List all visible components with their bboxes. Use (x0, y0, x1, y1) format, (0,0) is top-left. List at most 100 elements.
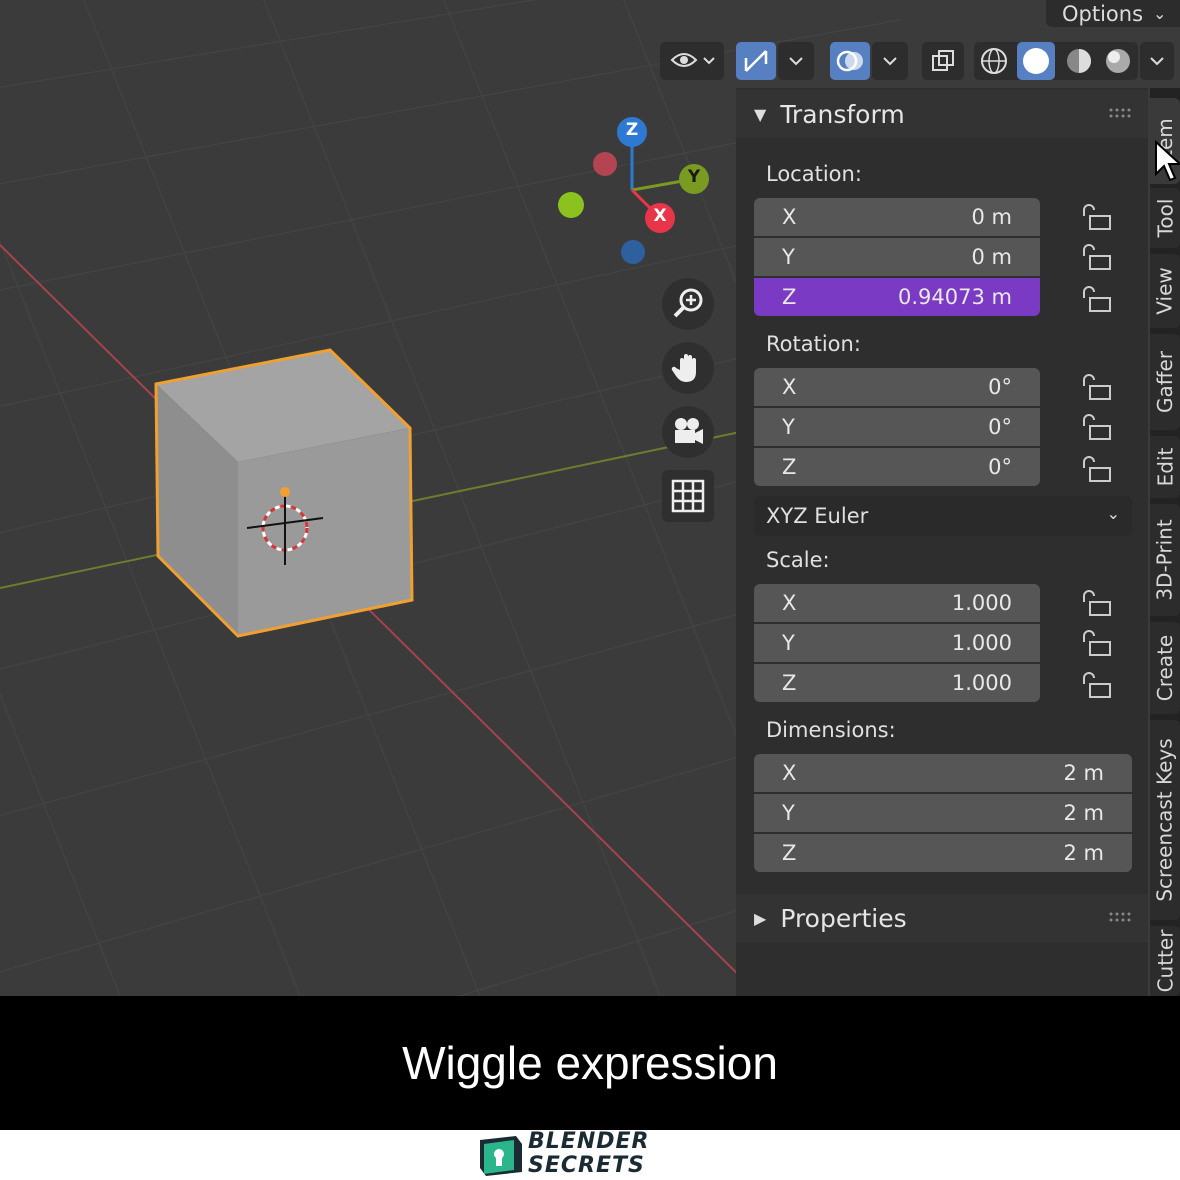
lock-icon[interactable] (1080, 670, 1114, 700)
3d-viewport[interactable]: Z Y X Options ⌄ ▼ Transform Location: X … (0, 0, 1180, 996)
wireframe-shading-icon[interactable] (978, 45, 1010, 77)
perspective-toggle-button[interactable] (662, 470, 714, 522)
axis-label: Y (782, 631, 795, 655)
lock-icon[interactable] (1080, 202, 1114, 232)
rendered-shading-icon[interactable] (1102, 45, 1134, 77)
tab-label: 3D-Print (1153, 519, 1178, 601)
field-value: 2 m (1063, 801, 1105, 825)
chevron-down-icon: ⌄ (1153, 4, 1167, 23)
material-shading-icon[interactable] (1063, 45, 1095, 77)
field-value: 0° (988, 455, 1012, 479)
axis-label: X (782, 591, 797, 615)
overlays-icon (836, 50, 863, 72)
axis-label: Z (782, 455, 797, 479)
sidebar-tabs: Item Tool View Gaffer Edit 3D-Print Crea… (1150, 88, 1180, 996)
lock-icon[interactable] (1080, 372, 1114, 402)
field-value: 0° (988, 415, 1012, 439)
logo-line-1: BLENDER (528, 1129, 650, 1154)
location-y-field[interactable]: Y 0 m (754, 238, 1040, 276)
blender-secrets-logo-text: BLENDER SECRETS (528, 1130, 649, 1178)
caption-bar: Wiggle expression (0, 996, 1180, 1130)
tab-view[interactable]: View (1150, 254, 1180, 328)
properties-panel-header[interactable]: ▶ Properties (736, 894, 1148, 942)
chevron-down-icon (1150, 57, 1164, 66)
dimensions-x-field[interactable]: X 2 m (754, 754, 1132, 792)
lock-icon[interactable] (1080, 412, 1114, 442)
overlays-dropdown[interactable] (872, 42, 908, 80)
location-x-field[interactable]: X 0 m (754, 198, 1040, 236)
gizmo-dropdown[interactable] (778, 42, 814, 80)
rotation-label: Rotation: (766, 332, 861, 356)
scale-x-field[interactable]: X 1.000 (754, 584, 1040, 622)
transform-panel-header[interactable]: ▼ Transform (736, 90, 1148, 138)
camera-view-button[interactable] (662, 406, 714, 458)
camera-icon (675, 418, 703, 444)
field-value: 0 m (971, 245, 1013, 269)
tab-cutter[interactable]: Cutter (1150, 926, 1180, 996)
gizmo-y-label: Y (687, 167, 701, 187)
tab-label: Tool (1153, 198, 1178, 238)
visibility-dropdown[interactable] (660, 42, 724, 80)
expand-triangle-icon: ▼ (754, 104, 767, 124)
rotation-y-field[interactable]: Y 0° (754, 408, 1040, 446)
tab-3d-print[interactable]: 3D-Print (1150, 504, 1180, 616)
zoom-icon (673, 288, 703, 318)
grid-icon (671, 479, 705, 513)
solid-shading-icon[interactable] (1017, 42, 1056, 80)
scale-y-field[interactable]: Y 1.000 (754, 624, 1040, 662)
dimensions-y-field[interactable]: Y 2 m (754, 794, 1132, 832)
drag-grip-icon[interactable] (1108, 912, 1132, 922)
properties-panel-title: Properties (780, 903, 907, 933)
field-value: 0.94073 m (898, 285, 1012, 309)
axis-label: Z (782, 671, 797, 695)
drag-grip-icon[interactable] (1108, 108, 1132, 118)
lock-icon[interactable] (1080, 284, 1114, 314)
rotation-mode-value: XYZ Euler (766, 504, 869, 528)
eye-icon (670, 53, 715, 67)
tab-label: Cutter (1153, 929, 1178, 993)
rotation-z-field[interactable]: Z 0° (754, 448, 1040, 486)
shading-mode-group[interactable] (974, 42, 1138, 80)
pan-button[interactable] (662, 342, 714, 394)
collapse-triangle-icon: ▶ (754, 908, 767, 928)
location-z-field[interactable]: Z 0.94073 m (754, 278, 1040, 316)
tab-tool[interactable]: Tool (1150, 188, 1180, 248)
gizmo-x-label: X (653, 206, 667, 226)
chevron-down-icon (883, 57, 897, 66)
axis-label: Z (782, 285, 797, 309)
tab-create[interactable]: Create (1150, 622, 1180, 714)
options-dropdown[interactable]: Options ⌄ (1046, 0, 1180, 27)
gizmo-toggle-button[interactable] (736, 42, 776, 80)
caption-text: Wiggle expression (402, 1037, 778, 1089)
tab-screencast-keys[interactable]: Screencast Keys (1150, 720, 1180, 920)
options-label: Options (1062, 1, 1144, 26)
tab-edit[interactable]: Edit (1150, 436, 1180, 498)
rotation-x-field[interactable]: X 0° (754, 368, 1040, 406)
tab-label: Edit (1153, 447, 1178, 487)
dimensions-z-field[interactable]: Z 2 m (754, 834, 1132, 872)
chevron-down-icon (789, 57, 803, 66)
gizmo-z-label: Z (625, 120, 639, 140)
gizmo-icon (744, 50, 768, 72)
lock-icon[interactable] (1080, 242, 1114, 272)
tab-label: Create (1153, 634, 1177, 702)
axis-label: X (782, 375, 797, 399)
xray-toggle-button[interactable] (922, 42, 964, 80)
scale-z-field[interactable]: Z 1.000 (754, 664, 1040, 702)
tab-label: Gaffer (1153, 350, 1177, 414)
lock-icon[interactable] (1080, 628, 1114, 658)
field-value: 0° (988, 375, 1012, 399)
field-value: 2 m (1063, 761, 1105, 785)
lock-icon[interactable] (1080, 454, 1114, 484)
axis-label: Y (782, 415, 795, 439)
tab-gaffer[interactable]: Gaffer (1150, 334, 1180, 430)
zoom-button[interactable] (662, 278, 714, 330)
axis-label: Y (782, 245, 795, 269)
tab-label: Screencast Keys (1153, 738, 1177, 902)
lock-icon[interactable] (1080, 588, 1114, 618)
overlays-toggle-button[interactable] (830, 42, 870, 80)
tab-label: View (1153, 267, 1177, 315)
hand-icon (671, 354, 696, 382)
shading-dropdown[interactable] (1140, 42, 1174, 80)
rotation-mode-dropdown[interactable]: XYZ Euler ⌄ (754, 496, 1132, 536)
